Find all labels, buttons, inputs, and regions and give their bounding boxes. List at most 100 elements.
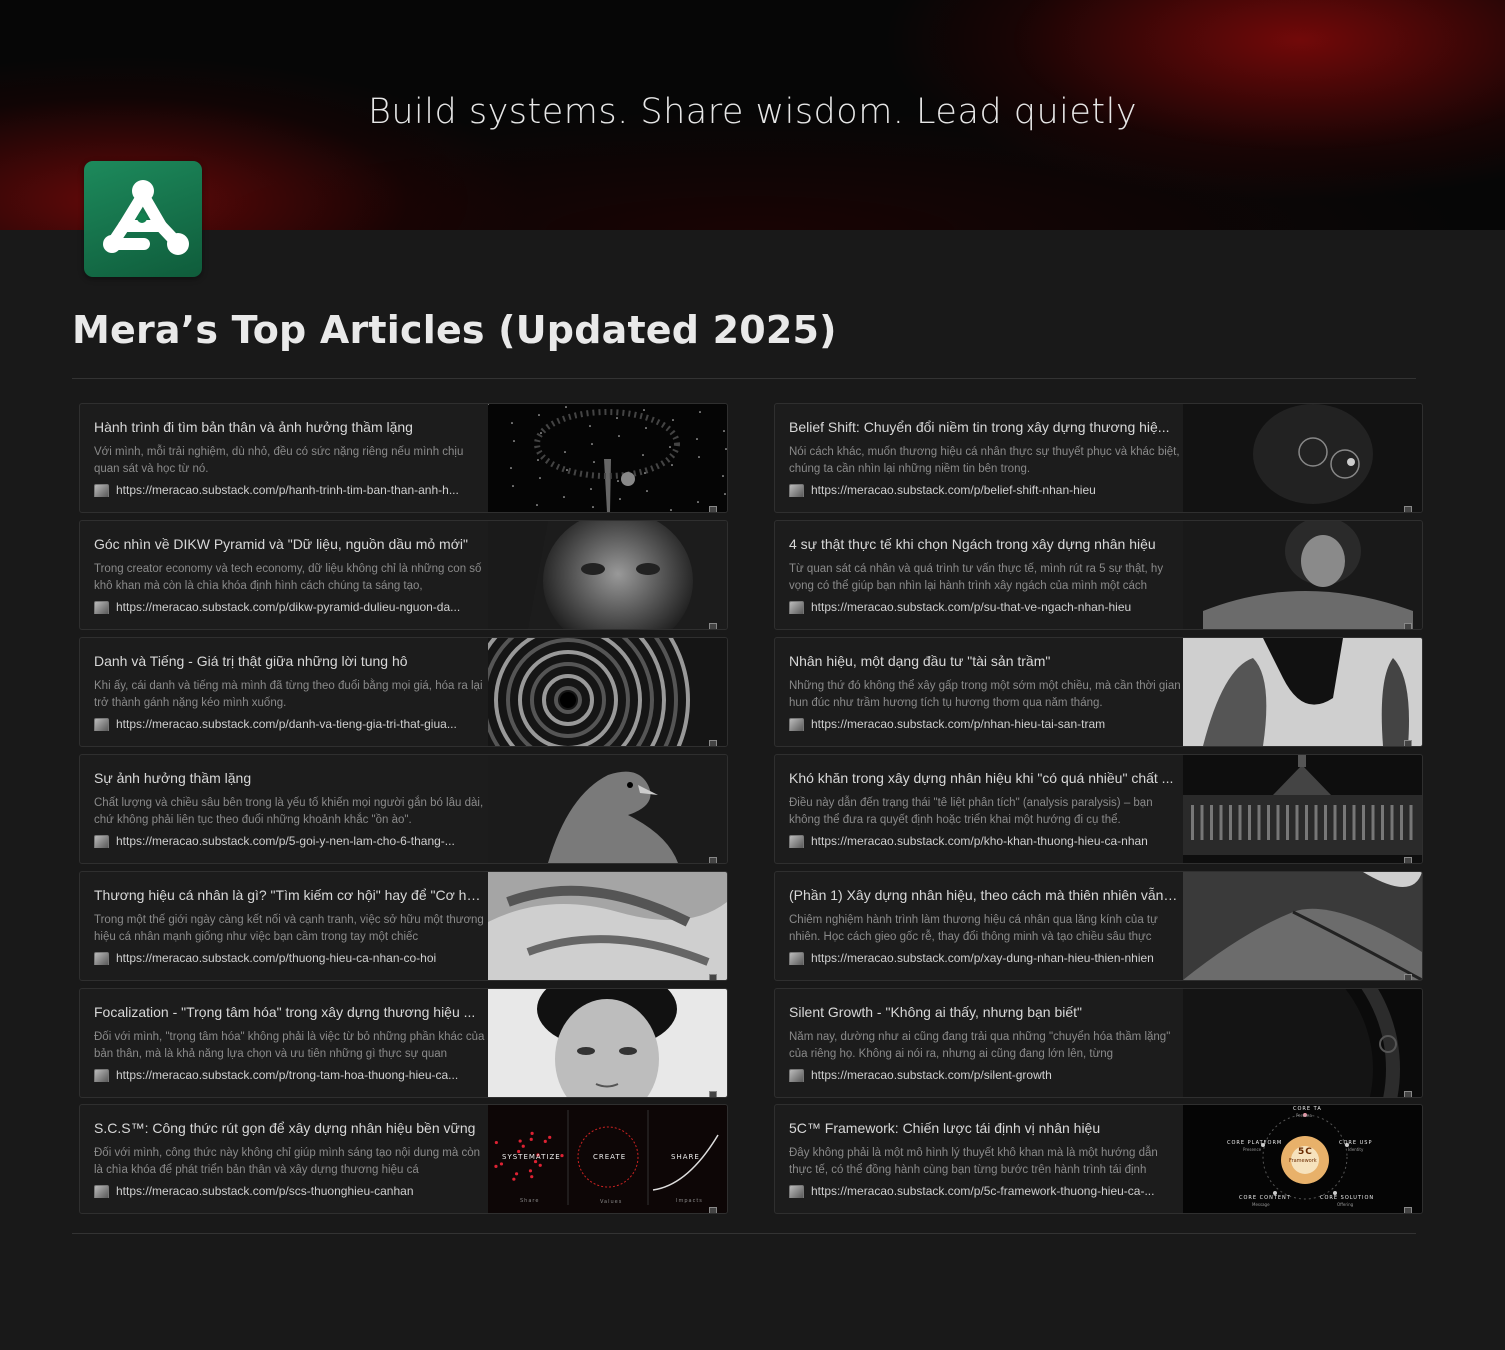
eagle-thumbnail bbox=[488, 755, 727, 863]
bookmark-description: Đối với mình, công thức này không chỉ gi… bbox=[94, 1147, 481, 1176]
bookmark-corner-icon bbox=[709, 974, 717, 980]
bookmark-url-row[interactable]: https://meracao.substack.com/p/trong-tam… bbox=[94, 1068, 486, 1082]
bookmark-title: Focalization - "Trọng tâm hóa" trong xây… bbox=[94, 1004, 476, 1020]
favicon-icon bbox=[94, 484, 109, 497]
bookmark-card[interactable]: Belief Shift: Chuyển đổi niềm tin trong … bbox=[774, 403, 1423, 513]
bookmark-corner-icon bbox=[1404, 1207, 1412, 1213]
figures-thumbnail bbox=[1183, 638, 1422, 746]
cover-image: Build systems. Share wisdom. Lead quietl… bbox=[0, 0, 1505, 230]
5c-core-content: CORE CONTENT bbox=[1239, 1195, 1291, 1201]
favicon-icon bbox=[789, 1185, 804, 1198]
bookmark-card[interactable]: (Phần 1) Xây dựng nhân hiệu, theo cách m… bbox=[774, 871, 1423, 981]
bookmark-url-row[interactable]: https://meracao.substack.com/p/danh-va-t… bbox=[94, 717, 486, 731]
favicon-icon bbox=[94, 601, 109, 614]
bookmark-corner-icon bbox=[1404, 1091, 1412, 1097]
bookmark-url: https://meracao.substack.com/p/5c-framew… bbox=[811, 1184, 1155, 1198]
bookmark-url: https://meracao.substack.com/p/trong-tam… bbox=[116, 1068, 459, 1082]
bookmark-card[interactable]: Khó khăn trong xây dựng nhân hiệu khi "c… bbox=[774, 754, 1423, 864]
bookmark-url-row[interactable]: https://meracao.substack.com/p/belief-sh… bbox=[789, 483, 1181, 497]
favicon-icon bbox=[789, 601, 804, 614]
divider-bottom bbox=[72, 1233, 1416, 1234]
bookmark-url-row[interactable]: https://meracao.substack.com/p/xay-dung-… bbox=[789, 951, 1181, 965]
bookmark-url-row[interactable]: https://meracao.substack.com/p/scs-thuon… bbox=[94, 1184, 486, 1198]
bookmark-url: https://meracao.substack.com/p/xay-dung-… bbox=[811, 951, 1154, 965]
bookmark-card[interactable]: Danh và Tiếng - Giá trị thật giữa những … bbox=[79, 637, 728, 747]
bookmark-url: https://meracao.substack.com/p/thuong-hi… bbox=[116, 951, 437, 965]
bookmark-url-row[interactable]: https://meracao.substack.com/p/thuong-hi… bbox=[94, 951, 486, 965]
bookmark-url-row[interactable]: https://meracao.substack.com/p/silent-gr… bbox=[789, 1068, 1181, 1082]
bookmark-corner-icon bbox=[709, 623, 717, 629]
bookmark-description: Nói cách khác, muốn thương hiệu cá nhân … bbox=[789, 446, 1180, 475]
spiral-stair-thumbnail bbox=[488, 638, 727, 746]
bookmark-url-row[interactable]: https://meracao.substack.com/p/hanh-trin… bbox=[94, 483, 486, 497]
scs-label-share: SHARE bbox=[671, 1153, 700, 1161]
bookmark-description: Trong một thế giới ngày càng kết nối và … bbox=[94, 914, 484, 943]
bookmark-card[interactable]: Thương hiệu cá nhân là gì? "Tìm kiếm cơ … bbox=[79, 871, 728, 981]
bookmark-url: https://meracao.substack.com/p/dikw-pyra… bbox=[116, 600, 461, 614]
bookmark-card[interactable]: Silent Growth - "Không ai thấy, nhưng bạ… bbox=[774, 988, 1423, 1098]
scs-label-systematize: SYSTEMATIZE bbox=[502, 1153, 561, 1161]
dune-thumbnail bbox=[1183, 872, 1422, 980]
page-icon[interactable] bbox=[84, 161, 202, 277]
favicon-icon bbox=[94, 952, 109, 965]
bookmark-corner-icon bbox=[1404, 857, 1412, 863]
scs-sublabel-share: Share bbox=[520, 1198, 540, 1204]
bookmark-description: Điều này dẫn đến trạng thái "tê liệt phâ… bbox=[789, 797, 1153, 826]
bookmark-url-row[interactable]: https://meracao.substack.com/p/nhan-hieu… bbox=[789, 717, 1181, 731]
glasses-thumbnail bbox=[1183, 404, 1422, 512]
5c-core-ta: CORE TA bbox=[1293, 1106, 1322, 1112]
bookmark-card[interactable]: S.C.S™: Công thức rút gọn để xây dựng nh… bbox=[79, 1104, 728, 1214]
scs-diagram-thumbnail: SYSTEMATIZE CREATE SHARE Share Values Impacts bbox=[488, 1105, 727, 1213]
favicon-icon bbox=[789, 718, 804, 731]
bookmark-description: Năm nay, dường như ai cũng đang trải qua… bbox=[789, 1031, 1171, 1060]
favicon-icon bbox=[789, 952, 804, 965]
bookmark-corner-icon bbox=[709, 1091, 717, 1097]
scs-sublabel-values: Values bbox=[600, 1199, 623, 1205]
bookmark-title: Sự ảnh hưởng thầm lặng bbox=[94, 770, 252, 786]
bookmark-description: Những thứ đó không thể xây gấp trong một… bbox=[789, 680, 1181, 709]
bookmark-title: Nhân hiệu, một dạng đầu tư "tài sản trầm… bbox=[789, 653, 1051, 669]
bookmark-url: https://meracao.substack.com/p/silent-gr… bbox=[811, 1068, 1052, 1082]
5c-sub-offering: Offering bbox=[1337, 1202, 1354, 1207]
tree-night-thumbnail bbox=[488, 404, 727, 512]
clock-thumbnail bbox=[1183, 989, 1422, 1097]
network-logo-icon bbox=[103, 180, 189, 255]
bookmark-url-row[interactable]: https://meracao.substack.com/p/dikw-pyra… bbox=[94, 600, 486, 614]
bookmark-url: https://meracao.substack.com/p/5-goi-y-n… bbox=[116, 834, 455, 848]
favicon-icon bbox=[789, 835, 804, 848]
bookmark-card[interactable]: Nhân hiệu, một dạng đầu tư "tài sản trầm… bbox=[774, 637, 1423, 747]
scs-label-create: CREATE bbox=[593, 1153, 627, 1161]
bookmark-title: Thương hiệu cá nhân là gì? "Tìm kiếm cơ … bbox=[94, 887, 484, 903]
bookmark-url: https://meracao.substack.com/p/hanh-trin… bbox=[116, 483, 459, 497]
favicon-icon bbox=[789, 484, 804, 497]
bookmark-description: Đối với mình, "trọng tâm hóa" không phải… bbox=[94, 1031, 485, 1060]
bookmark-corner-icon bbox=[709, 1207, 717, 1213]
bookmark-card[interactable]: Focalization - "Trọng tâm hóa" trong xây… bbox=[79, 988, 728, 1098]
bookmark-title: (Phần 1) Xây dựng nhân hiệu, theo cách m… bbox=[789, 887, 1179, 903]
favicon-icon bbox=[94, 835, 109, 848]
favicon-icon bbox=[94, 1185, 109, 1198]
5c-sub-identity: Identity bbox=[1348, 1147, 1364, 1152]
bookmark-card[interactable]: 5C™ Framework: Chiến lược tái định vị nh… bbox=[774, 1104, 1423, 1214]
bookmark-card[interactable]: 4 sự thật thực tế khi chọn Ngách trong x… bbox=[774, 520, 1423, 630]
bookmark-url-row[interactable]: https://meracao.substack.com/p/kho-khan-… bbox=[789, 834, 1181, 848]
bookmark-card[interactable]: Góc nhìn về DIKW Pyramid và "Dữ liệu, ng… bbox=[79, 520, 728, 630]
bookmark-url-row[interactable]: https://meracao.substack.com/p/su-that-v… bbox=[789, 600, 1181, 614]
bookmark-corner-icon bbox=[1404, 740, 1412, 746]
bookmark-corner-icon bbox=[709, 740, 717, 746]
bookmark-title: Belief Shift: Chuyển đổi niềm tin trong … bbox=[789, 419, 1170, 435]
bookmark-url-row[interactable]: https://meracao.substack.com/p/5-goi-y-n… bbox=[94, 834, 486, 848]
bookmark-title: Silent Growth - "Không ai thấy, nhưng bạ… bbox=[789, 1004, 1083, 1020]
bookmark-card[interactable]: Sự ảnh hưởng thầm lặng Chất lượng và chiề… bbox=[79, 754, 728, 864]
bookmark-card[interactable]: Hành trình đi tìm bản thân và ảnh hưởng … bbox=[79, 403, 728, 513]
divider-top bbox=[72, 378, 1416, 379]
bookmark-description: Khi ấy, cái danh và tiếng mà mình đã từn… bbox=[94, 680, 483, 709]
bookmark-description: Chất lượng và chiều sâu bên trong là yếu… bbox=[94, 797, 484, 826]
face-portrait-thumbnail bbox=[488, 521, 727, 629]
bookmark-corner-icon bbox=[1404, 506, 1412, 512]
bookmark-description: Với mình, mỗi trải nghiệm, dù nhỏ, đều c… bbox=[94, 446, 464, 475]
5c-center-sub: Framework bbox=[1289, 1158, 1317, 1164]
bookmark-url-row[interactable]: https://meracao.substack.com/p/5c-framew… bbox=[789, 1184, 1181, 1198]
5c-core-platform: CORE PLATFORM bbox=[1227, 1140, 1283, 1146]
favicon-icon bbox=[789, 1069, 804, 1082]
